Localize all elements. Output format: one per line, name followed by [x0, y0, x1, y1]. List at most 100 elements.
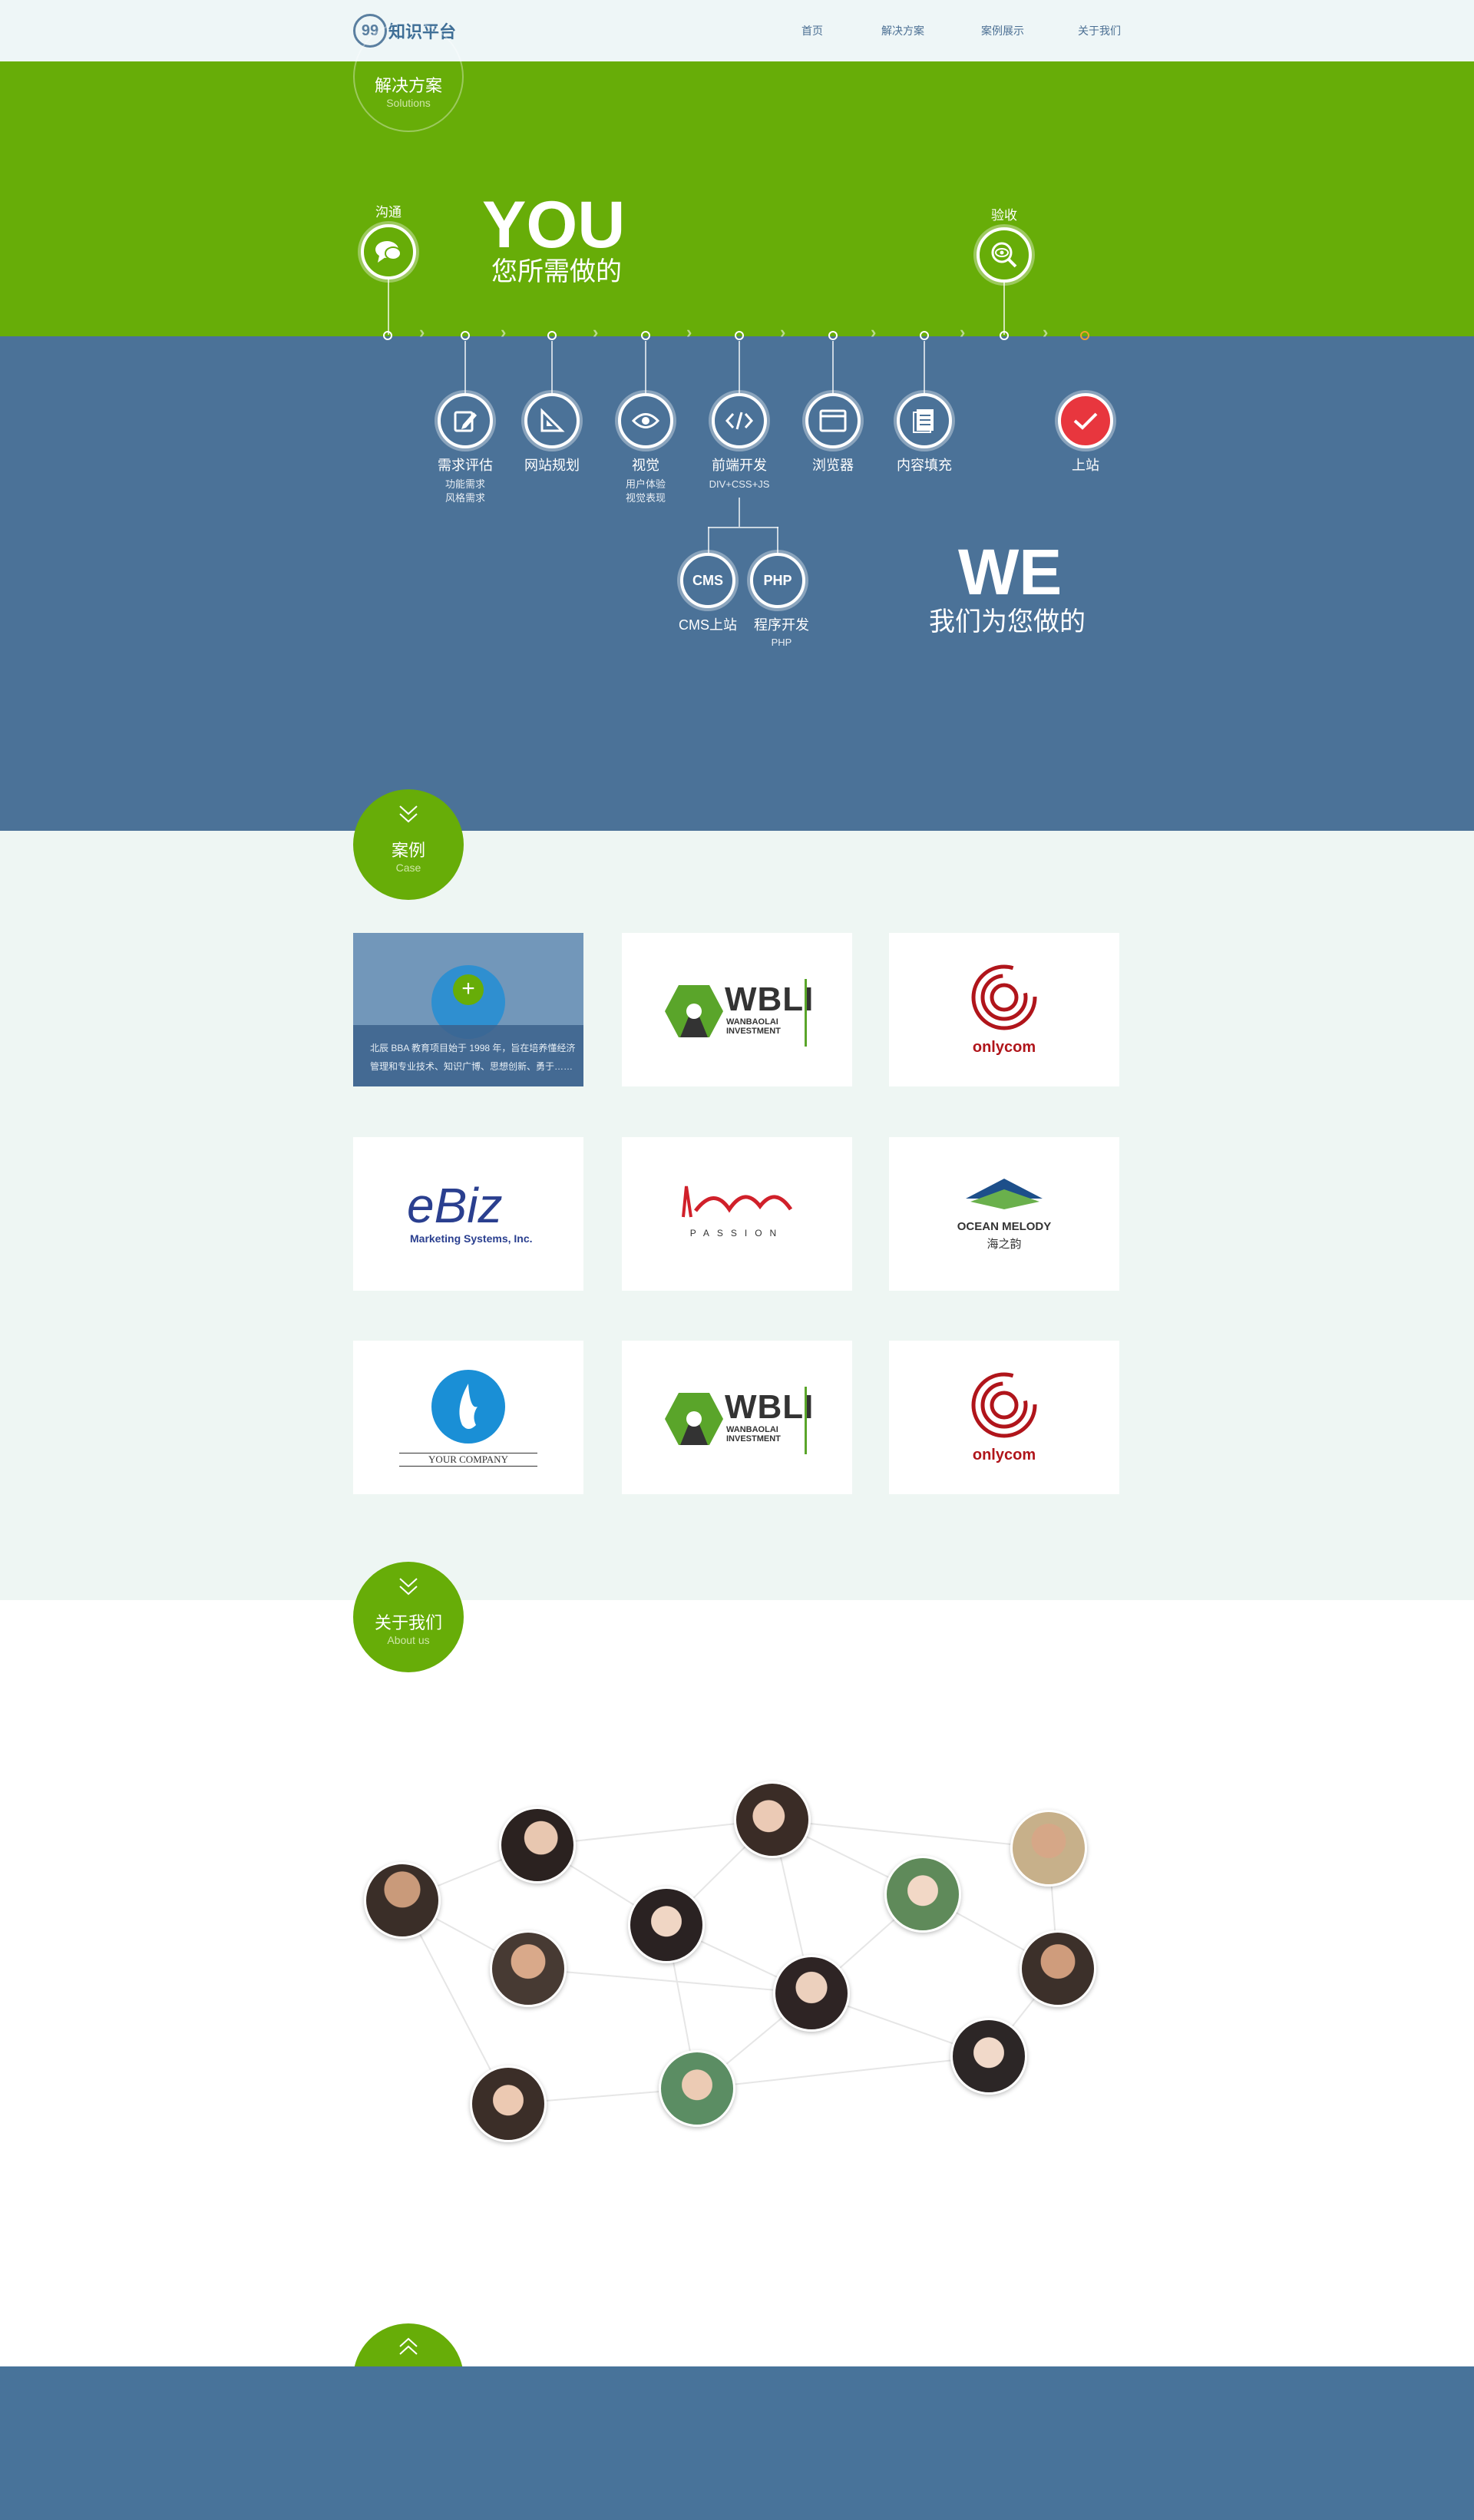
about-badge-sub: About us: [387, 1634, 430, 1646]
team-avatar[interactable]: [659, 2050, 735, 2127]
case-overlay: 北辰 BBA 教育项目始于 1998 年，旨在培养懂经济 管理和专业技术、知识广…: [353, 1025, 583, 1086]
team-avatar[interactable]: [364, 1862, 441, 1939]
goutong-connector: [388, 279, 389, 335]
case-card-passion[interactable]: PASSION: [622, 1137, 852, 1291]
timeline-arrow: ›: [1043, 322, 1049, 342]
timeline-arrow: ›: [593, 322, 599, 342]
back-to-top-button[interactable]: [353, 2323, 464, 2366]
step-browser[interactable]: [805, 393, 861, 448]
timeline-dot-final: [1080, 331, 1089, 340]
onlycom-logo-text: onlycom: [972, 1039, 1036, 1056]
step-frontend-label: 前端开发: [712, 458, 767, 473]
ocean-logo-mark: [966, 1179, 1043, 1209]
step-requirements-sub2: 风格需求: [445, 492, 485, 504]
ebiz-logo-text: eBiz: [407, 1178, 503, 1233]
team-avatar[interactable]: [628, 1887, 705, 1963]
timeline-dot: [547, 331, 557, 340]
yanshou-connector: [1003, 283, 1005, 335]
case-card-hover[interactable]: + 北辰 BBA 教育项目始于 1998 年，旨在培养懂经济 管理和专业技术、知…: [353, 933, 583, 1086]
timeline-dot: [920, 331, 929, 340]
branch-connector: [739, 498, 740, 527]
nav-home[interactable]: 首页: [801, 23, 823, 38]
team-avatar[interactable]: [499, 1807, 576, 1883]
team-avatar[interactable]: [1020, 1930, 1096, 2007]
step-launch[interactable]: [1058, 393, 1113, 448]
team-avatar[interactable]: [950, 2018, 1027, 2095]
step-visual[interactable]: [618, 393, 673, 448]
branch-connector: [708, 527, 778, 528]
php-step[interactable]: PHP: [750, 553, 805, 608]
solutions-you-section: [0, 61, 1474, 336]
plus-icon[interactable]: +: [453, 974, 484, 1005]
step-planning-label: 网站规划: [524, 458, 580, 473]
case-overlay-text-1: 北辰 BBA 教育项目始于 1998 年，旨在培养懂经济: [370, 1043, 576, 1053]
case-card-ebiz[interactable]: eBiz Marketing Systems, Inc.: [353, 1137, 583, 1291]
timeline-arrow: ›: [871, 322, 877, 342]
onlycom-logo-mark: [971, 1372, 1037, 1438]
about-badge-title: 关于我们: [374, 1613, 442, 1632]
ocean-logo-text: OCEAN MELODY: [957, 1220, 1052, 1233]
yourcompany-logo-mark: [431, 1370, 505, 1444]
timeline-arrow: ›: [780, 322, 786, 342]
step-planning[interactable]: [524, 393, 580, 448]
edit-icon: [454, 411, 477, 432]
case-card-onlycom[interactable]: onlycom: [889, 933, 1119, 1086]
team-avatar[interactable]: [773, 1955, 850, 2032]
eye-icon: [632, 413, 659, 428]
branch-connector: [708, 527, 709, 554]
step-connector: [645, 341, 646, 393]
step-content[interactable]: [897, 393, 952, 448]
case-card-onlycom-2[interactable]: onlycom: [889, 1341, 1119, 1494]
wbli-logo-mark: [665, 1393, 723, 1445]
you-heading: YOU: [482, 188, 626, 262]
code-icon: [725, 412, 753, 430]
yourcompany-logo-text: YOUR COMPANY: [399, 1453, 537, 1467]
step-requirements-sub1: 功能需求: [445, 478, 485, 490]
php-sub: PHP: [771, 637, 792, 648]
cms-step[interactable]: CMS: [680, 553, 735, 608]
ebiz-logo-sub: Marketing Systems, Inc.: [410, 1232, 533, 1245]
about-badge[interactable]: 关于我们 About us: [353, 1562, 464, 1672]
case-card-yourcompany[interactable]: YOUR COMPANY: [353, 1341, 583, 1494]
step-connector: [924, 341, 925, 393]
magnify-eye-icon: [991, 242, 1017, 268]
you-subheading: 您所需做的: [491, 257, 622, 286]
timeline-arrow: ›: [419, 322, 425, 342]
browser-icon: [819, 409, 847, 432]
nav-about[interactable]: 关于我们: [1078, 23, 1121, 38]
nav-cases[interactable]: 案例展示: [981, 23, 1024, 38]
step-requirements[interactable]: [438, 393, 493, 448]
step-frontend-sub: DIV+CSS+JS: [709, 478, 770, 490]
goutong-step[interactable]: [361, 224, 416, 279]
chevron-down-icon: [399, 1578, 418, 1596]
wbli-logo-bar: [805, 1387, 807, 1454]
php-icon-label: PHP: [763, 572, 792, 588]
timeline-dot: [1000, 331, 1009, 340]
chevron-up-icon: [399, 2337, 418, 2355]
team-avatar[interactable]: [734, 1781, 811, 1858]
passion-logo-mark: [682, 1186, 793, 1218]
case-card-ocean[interactable]: OCEAN MELODY 海之韵: [889, 1137, 1119, 1291]
team-avatar[interactable]: [490, 1930, 567, 2007]
team-avatar[interactable]: [1010, 1810, 1087, 1887]
wbli-logo-sub1: WANBAOLAI: [726, 1017, 778, 1027]
timeline-dot: [735, 331, 744, 340]
timeline-arrow: ›: [960, 322, 966, 342]
timeline-arrow: ›: [501, 322, 507, 342]
cases-badge[interactable]: 案例 Case: [353, 789, 464, 900]
team-avatar[interactable]: [884, 1856, 961, 1933]
php-label: 程序开发: [754, 617, 809, 633]
case-overlay-text-2: 管理和专业技术、知识广博、思想创新、勇于……: [370, 1061, 573, 1072]
step-launch-label: 上站: [1072, 458, 1099, 473]
timeline-dot: [461, 331, 470, 340]
yanshou-step[interactable]: [977, 227, 1032, 283]
wbli-logo-bar: [805, 979, 807, 1047]
passion-logo-text: PASSION: [689, 1228, 785, 1239]
case-card-wbli[interactable]: WBLI WANBAOLAI INVESTMENT: [622, 933, 852, 1086]
step-frontend[interactable]: [712, 393, 767, 448]
team-avatar[interactable]: [470, 2065, 547, 2142]
case-card-wbli-2[interactable]: WBLI WANBAOLAI INVESTMENT: [622, 1341, 852, 1494]
onlycom-logo-mark: [971, 964, 1037, 1030]
nav-solutions[interactable]: 解决方案: [881, 23, 924, 38]
document-icon: [913, 409, 934, 433]
